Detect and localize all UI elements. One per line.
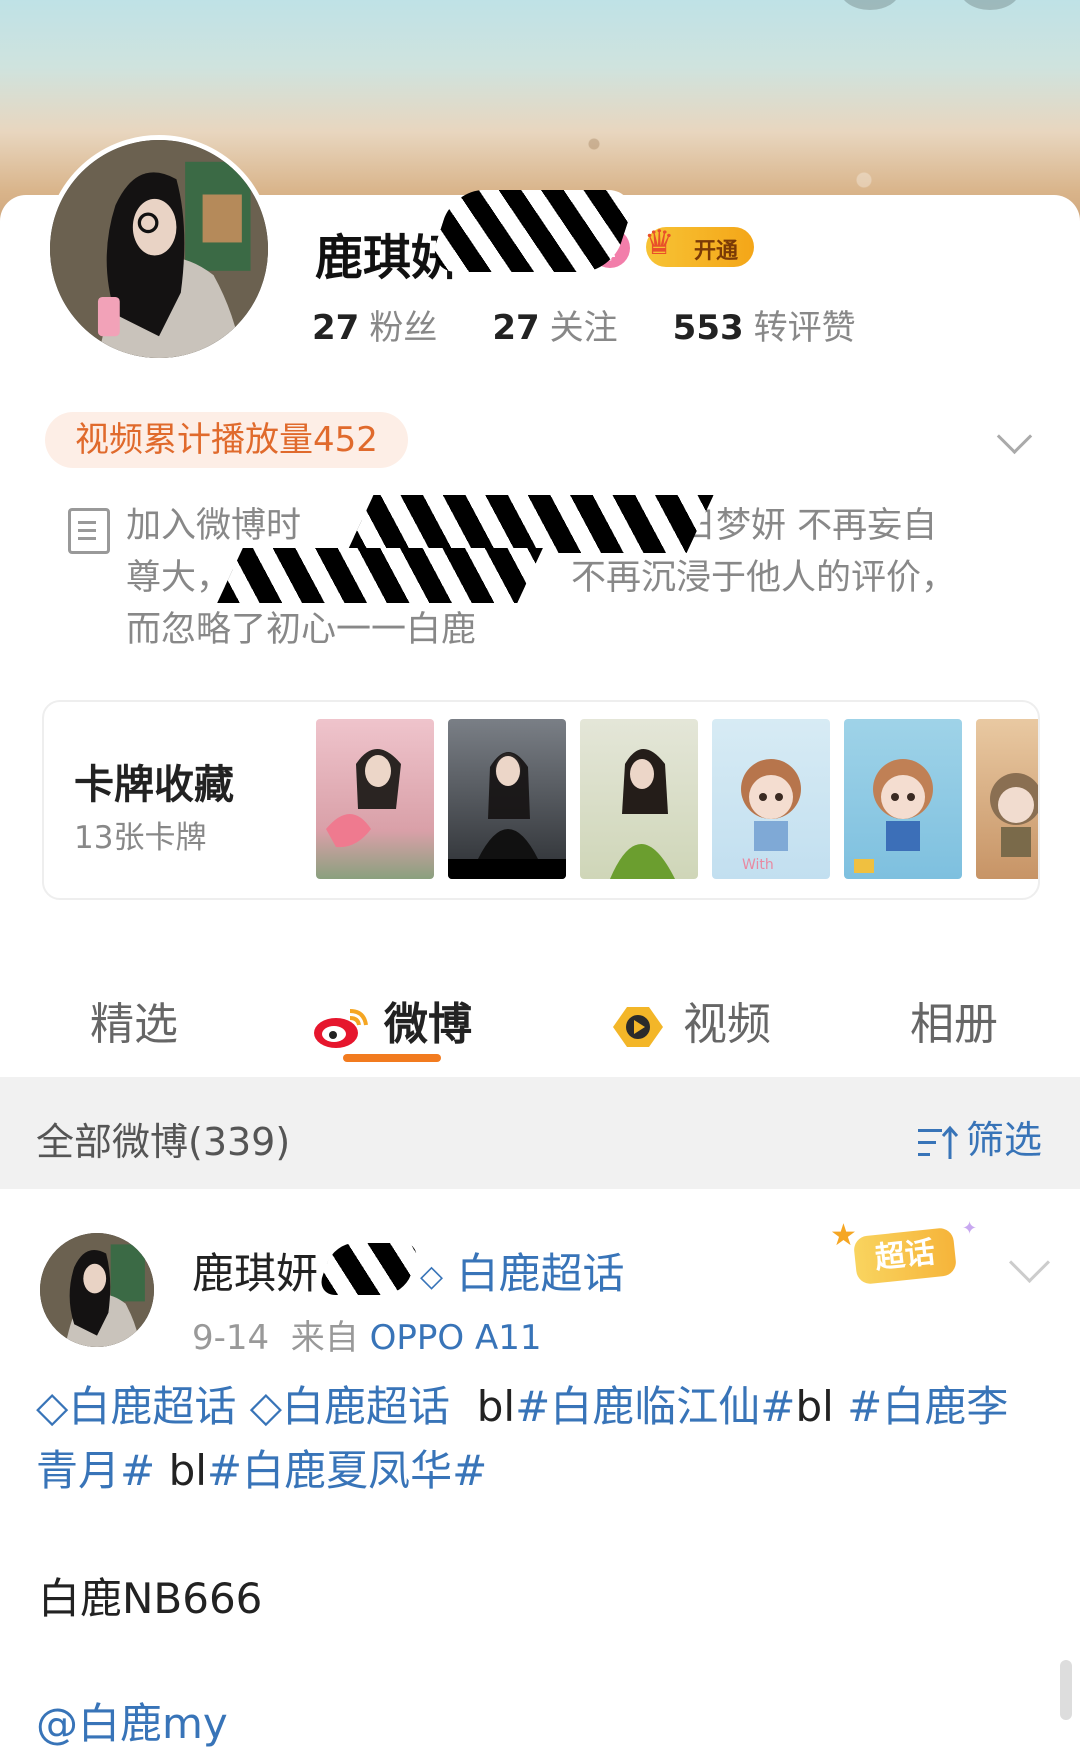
filter-label: 筛选 bbox=[965, 1118, 1042, 1162]
stat-likes[interactable]: 553 转评赞 bbox=[673, 300, 856, 349]
post-text: bl bbox=[795, 1382, 834, 1431]
avatar-photo bbox=[50, 140, 268, 358]
stat-following[interactable]: 27 关注 bbox=[492, 300, 617, 349]
stat-label: 粉丝 bbox=[369, 308, 438, 348]
filter-sort-icon bbox=[917, 1125, 959, 1159]
card-thumbnail[interactable] bbox=[316, 719, 434, 879]
supertopic-link[interactable]: ◇白鹿超话 bbox=[36, 1382, 236, 1431]
tab-label: 视频 bbox=[683, 999, 771, 1050]
diamond-icon: ◇ bbox=[36, 1382, 69, 1431]
diamond-icon: ◇ bbox=[420, 1259, 444, 1294]
tab-video[interactable]: 视频 bbox=[607, 988, 771, 1052]
bio-text: 加入微博时 bbox=[126, 506, 302, 546]
bio-text: 不再沉浸于他人的评价， bbox=[571, 558, 957, 598]
bio-line-3: 而忽略了初心一一白鹿 bbox=[126, 610, 477, 650]
tab-weibo[interactable]: 微博 bbox=[312, 988, 472, 1052]
sparkle-icon: ✦ bbox=[962, 1218, 978, 1239]
stat-value: 553 bbox=[672, 308, 744, 348]
post-from-label: 来自 bbox=[290, 1318, 359, 1358]
name-redaction-mark bbox=[426, 190, 639, 272]
post-date: 9-14 bbox=[192, 1318, 270, 1358]
card-collection-panel[interactable]: 卡牌收藏 13张卡牌 With bbox=[42, 700, 1040, 900]
avatar-photo bbox=[40, 1233, 154, 1347]
card-thumbnail[interactable] bbox=[976, 719, 1038, 879]
stat-fans[interactable]: 27 粉丝 bbox=[312, 300, 437, 349]
hashtag-link[interactable]: #白鹿夏凤华# bbox=[207, 1446, 487, 1495]
card-thumbnail[interactable] bbox=[448, 719, 566, 879]
chaohua-badge[interactable]: 超话 bbox=[852, 1226, 958, 1286]
card-thumbnail[interactable] bbox=[844, 719, 962, 879]
all-weibo-count: 全部微博(339) bbox=[36, 1120, 291, 1164]
post-text-line: 白鹿NB666 bbox=[38, 1574, 263, 1623]
bio-redaction-mark bbox=[217, 548, 543, 603]
crown-icon: ♛ bbox=[644, 223, 675, 263]
author-redaction-mark bbox=[315, 1243, 423, 1295]
tab-label: 相册 bbox=[910, 999, 998, 1050]
sparkle-icon: ★ bbox=[830, 1218, 857, 1253]
profile-stats: 27 粉丝 27 关注 553 转评赞 bbox=[312, 300, 911, 349]
post-content: ◇白鹿超话 ◇白鹿超话 bl#白鹿临江仙#bl #白鹿李青月# bl#白鹿夏凤华… bbox=[36, 1375, 1046, 1503]
post-text: bl bbox=[168, 1446, 207, 1495]
topic-label: 白鹿超话 bbox=[456, 1249, 625, 1298]
stat-label: 转评赞 bbox=[753, 308, 856, 348]
card-thumbnail[interactable]: With bbox=[712, 719, 830, 879]
post-meta: 9-14 来自 OPPO A11 bbox=[192, 1310, 541, 1359]
post-author-name[interactable]: 鹿琪妍 bbox=[192, 1240, 318, 1301]
post-text: bl bbox=[476, 1382, 516, 1431]
profile-tabs: 精选 微博 视频 相册 bbox=[0, 970, 1080, 1070]
video-play-count-badge: 视频累计播放量452 bbox=[45, 412, 408, 468]
post-device: OPPO A11 bbox=[369, 1318, 542, 1358]
bio-text: 日梦妍 不再妄自 bbox=[681, 506, 938, 546]
supertopic-label: 白鹿超话 bbox=[282, 1382, 451, 1431]
post-topic-link[interactable]: ◇ 白鹿超话 bbox=[420, 1240, 624, 1301]
scrollbar[interactable] bbox=[1060, 1660, 1072, 1720]
card-thumbnail[interactable] bbox=[580, 719, 698, 879]
vip-label: 开通 bbox=[694, 239, 739, 264]
tab-label: 精选 bbox=[90, 999, 178, 1050]
bio-redaction-mark bbox=[346, 495, 714, 553]
tab-label: 微博 bbox=[384, 999, 472, 1050]
post-author-avatar[interactable] bbox=[40, 1233, 154, 1347]
vip-open-button[interactable]: ♛ 开通 bbox=[644, 223, 754, 267]
post-menu-chevron-icon[interactable] bbox=[1008, 1241, 1051, 1284]
weibo-logo-icon bbox=[314, 1009, 368, 1048]
document-icon bbox=[68, 508, 110, 554]
filter-bar: 全部微博(339) 筛选 bbox=[0, 1077, 1080, 1189]
active-tab-indicator bbox=[343, 1054, 441, 1062]
profile-avatar[interactable] bbox=[45, 135, 273, 363]
stat-value: 27 bbox=[492, 308, 540, 348]
stat-label: 关注 bbox=[549, 308, 618, 348]
bio-text: 尊大， bbox=[126, 558, 232, 598]
filter-button[interactable]: 筛选 bbox=[916, 1109, 1042, 1164]
mention-link[interactable]: @白鹿my bbox=[36, 1690, 228, 1751]
supertopic-link[interactable]: ◇白鹿超话 bbox=[250, 1382, 450, 1431]
svg-text:With: With bbox=[742, 857, 774, 873]
card-collection-title: 卡牌收藏 bbox=[74, 762, 234, 808]
tab-featured[interactable]: 精选 bbox=[90, 988, 178, 1052]
supertopic-label: 白鹿超话 bbox=[68, 1382, 237, 1431]
diamond-icon: ◇ bbox=[249, 1382, 282, 1431]
hashtag-link[interactable]: #白鹿临江仙# bbox=[515, 1382, 795, 1431]
stat-value: 27 bbox=[312, 308, 360, 348]
tab-album[interactable]: 相册 bbox=[910, 988, 998, 1052]
card-collection-count: 13张卡牌 bbox=[74, 820, 207, 856]
video-play-icon bbox=[613, 1007, 663, 1047]
